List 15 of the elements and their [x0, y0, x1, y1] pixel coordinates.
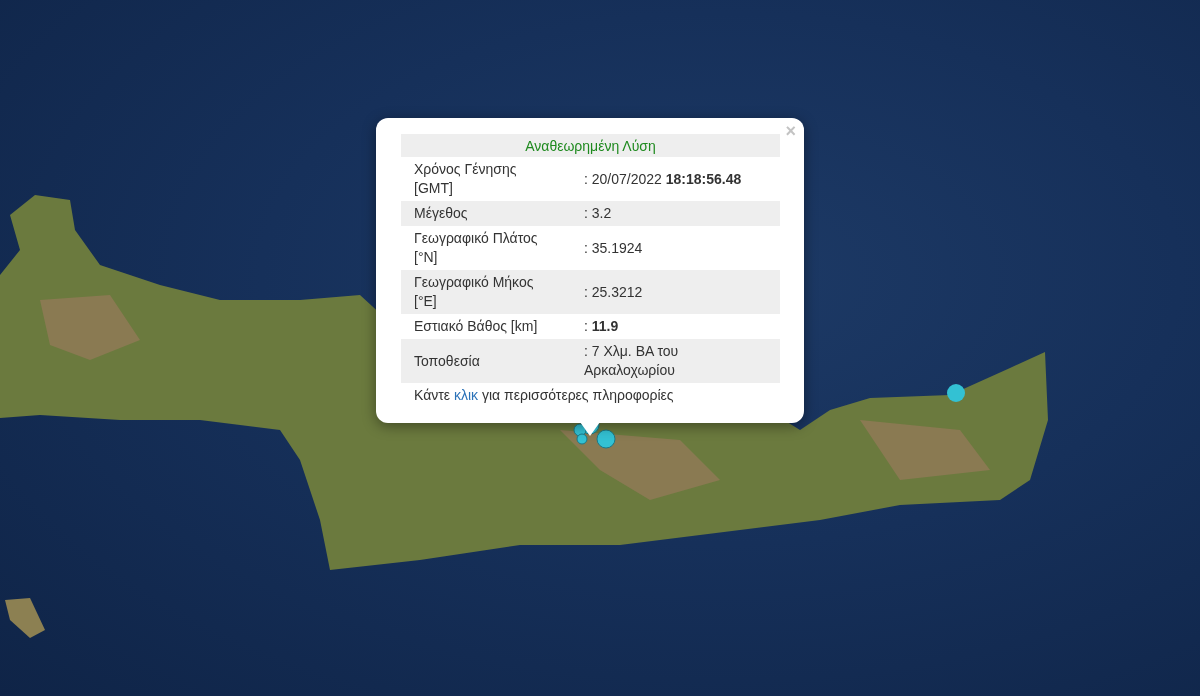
- field-label: Χρόνος Γένησης [GMT]: [401, 157, 584, 201]
- field-value: : 11.9: [584, 314, 780, 339]
- field-label: Τοποθεσία: [401, 339, 584, 383]
- popup-title: Αναθεωρημένη Λύση: [401, 134, 780, 157]
- more-info-text: Κάντε κλικ για περισσότερες πληροφορίες: [414, 386, 675, 405]
- field-label: Γεωγραφικό Πλάτος [°N]: [401, 226, 584, 270]
- more-info-link[interactable]: κλικ: [453, 387, 479, 403]
- field-label: Εστιακό Βάθος [km]: [401, 314, 584, 339]
- field-value: : 7 Χλμ. ΒΑ του Αρκαλοχωρίου: [584, 339, 780, 383]
- field-value: : 25.3212: [584, 270, 780, 314]
- field-value: : 20/07/2022 18:18:56.48: [584, 157, 780, 201]
- field-label: Μέγεθος: [401, 201, 584, 226]
- field-value: : 3.2: [584, 201, 780, 226]
- field-label: Γεωγραφικό Μήκος [°E]: [401, 270, 584, 314]
- field-value: : 35.1924: [584, 226, 780, 270]
